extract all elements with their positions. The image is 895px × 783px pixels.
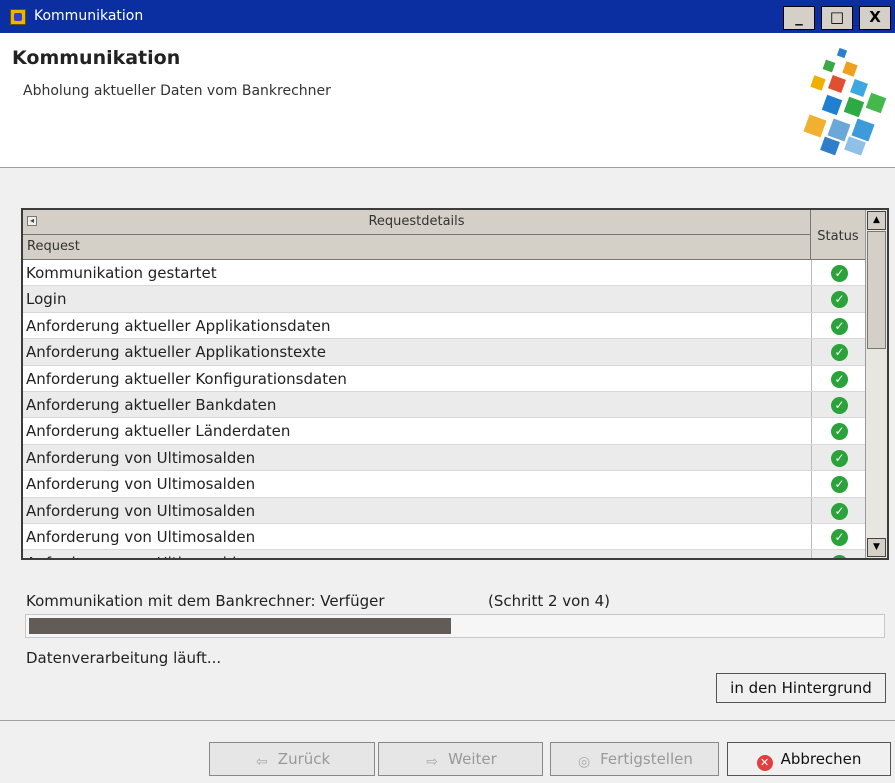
request-cell: Login [26, 290, 67, 309]
status-ok-icon: ✓ [831, 317, 848, 335]
request-cell: Anforderung aktueller Bankdaten [26, 395, 277, 414]
back-button[interactable]: ⇦ Zurück [209, 742, 375, 776]
page-subtitle: Abholung aktueller Daten vom Bankrechner [23, 83, 331, 99]
status-cell: ✓ [811, 444, 865, 471]
request-cell: Anforderung aktueller Länderdaten [26, 422, 291, 441]
status-cell: ✓ [811, 391, 865, 418]
app-icon [10, 9, 26, 25]
status-cell: ✓ [811, 523, 865, 550]
request-cell: Anforderung aktueller Applikationsdaten [26, 316, 331, 335]
scroll-thumb[interactable] [867, 231, 886, 349]
request-cell: Anforderung aktueller Konfigurationsdate… [26, 369, 347, 388]
step-indicator: (Schritt 2 von 4) [488, 592, 611, 610]
table-row[interactable]: Anforderung von Ultimosalden ✓ [23, 550, 865, 558]
status-cell: ✓ [811, 550, 865, 558]
status-cell: ✓ [811, 339, 865, 365]
status-cell: ✓ [811, 471, 865, 497]
status-cell: ✓ [811, 312, 865, 339]
column-header-status[interactable]: Status [811, 210, 865, 260]
request-cell: Anforderung von Ultimosalden [26, 527, 256, 546]
table-row[interactable]: Anforderung von Ultimosalden ✓ [23, 497, 865, 524]
page-title: Kommunikation [12, 47, 181, 69]
table-body: Kommunikation gestartet ✓ Login ✓ Anforderun… [23, 260, 865, 558]
check-circle-icon: ◎ [578, 754, 591, 770]
status-ok-icon: ✓ [831, 423, 848, 441]
request-cell: Anforderung von Ultimosalden [26, 501, 256, 520]
table-row[interactable]: Anforderung aktueller Applikationstexte ✓ [23, 339, 865, 366]
cancel-button[interactable]: ✕ Abbrechen [727, 742, 891, 776]
finish-label: Fertigstellen [600, 750, 693, 768]
progress-fill [29, 618, 451, 634]
status-ok-icon: ✓ [831, 449, 848, 467]
table-row[interactable]: Anforderung aktueller Bankdaten ✓ [23, 391, 865, 419]
column-group-header: ◂ Requestdetails [23, 210, 811, 235]
status-ok-icon: ✓ [831, 555, 848, 558]
arrow-right-icon: ⇨ [426, 754, 439, 770]
request-cell: Anforderung von Ultimosalden [26, 475, 256, 494]
arrow-left-icon: ⇦ [255, 754, 268, 770]
progress-bar [25, 614, 885, 638]
back-label: Zurück [277, 750, 331, 768]
request-table: ◂ Requestdetails Request Status Kommunik… [21, 208, 889, 560]
status-cell: ✓ [811, 418, 865, 444]
cancel-label: Abbrechen [780, 750, 862, 768]
colorful-cubes-logo-icon [803, 47, 887, 156]
communication-label: Kommunikation mit dem Bankrechner: Verfü… [26, 592, 385, 610]
finish-button[interactable]: ◎ Fertigstellen [550, 742, 719, 776]
request-cell: Anforderung aktueller Applikationstexte [26, 343, 326, 362]
status-ok-icon: ✓ [831, 344, 848, 362]
status-ok-icon: ✓ [831, 265, 848, 282]
processing-status: Datenverarbeitung läuft... [26, 649, 222, 667]
group-header-label: Requestdetails [368, 214, 465, 229]
table-row[interactable]: Anforderung aktueller Applikationsdaten ✓ [23, 312, 865, 340]
column-header-request[interactable]: Request [23, 235, 811, 260]
table-row[interactable]: Anforderung von Ultimosalden ✓ [23, 471, 865, 498]
request-cell: Kommunikation gestartet [26, 264, 217, 282]
window-title: Kommunikation [34, 8, 144, 24]
maximize-button[interactable]: □ [821, 6, 853, 30]
status-cell: ✓ [811, 260, 865, 286]
table-row[interactable]: Anforderung aktueller Länderdaten ✓ [23, 418, 865, 445]
background-button[interactable]: in den Hintergrund [716, 673, 886, 703]
status-ok-icon: ✓ [831, 502, 848, 520]
status-ok-icon: ✓ [831, 370, 848, 388]
cancel-icon: ✕ [756, 755, 773, 771]
status-cell: ✓ [811, 286, 865, 312]
table-row[interactable]: Kommunikation gestartet ✓ [23, 260, 865, 287]
scroll-up-icon[interactable]: ▲ [867, 211, 886, 230]
status-ok-icon: ✓ [831, 476, 848, 494]
next-button[interactable]: ⇨ Weiter [378, 742, 543, 776]
close-button[interactable]: X [859, 6, 891, 30]
request-cell: Anforderung von Ultimosalden [26, 448, 256, 467]
table-row[interactable]: Login ✓ [23, 286, 865, 313]
status-cell: ✓ [811, 365, 865, 391]
title-bar: Kommunikation _ □ X [0, 0, 895, 33]
status-cell: ✓ [811, 497, 865, 523]
request-cell: Anforderung von Ultimosalden [26, 554, 255, 558]
status-ok-icon: ✓ [831, 396, 848, 414]
table-row[interactable]: Anforderung aktueller Konfigurationsdate… [23, 365, 865, 392]
vertical-scrollbar[interactable]: ▲ ▼ [865, 210, 887, 558]
wizard-header: Kommunikation Abholung aktueller Daten v… [0, 33, 895, 168]
table-row[interactable]: Anforderung von Ultimosalden ✓ [23, 523, 865, 551]
scroll-down-icon[interactable]: ▼ [867, 538, 886, 557]
status-ok-icon: ✓ [831, 528, 848, 546]
minimize-button[interactable]: _ [783, 6, 815, 30]
next-label: Weiter [448, 750, 497, 768]
status-ok-icon: ✓ [831, 291, 848, 309]
table-row[interactable]: Anforderung von Ultimosalden ✓ [23, 444, 865, 472]
